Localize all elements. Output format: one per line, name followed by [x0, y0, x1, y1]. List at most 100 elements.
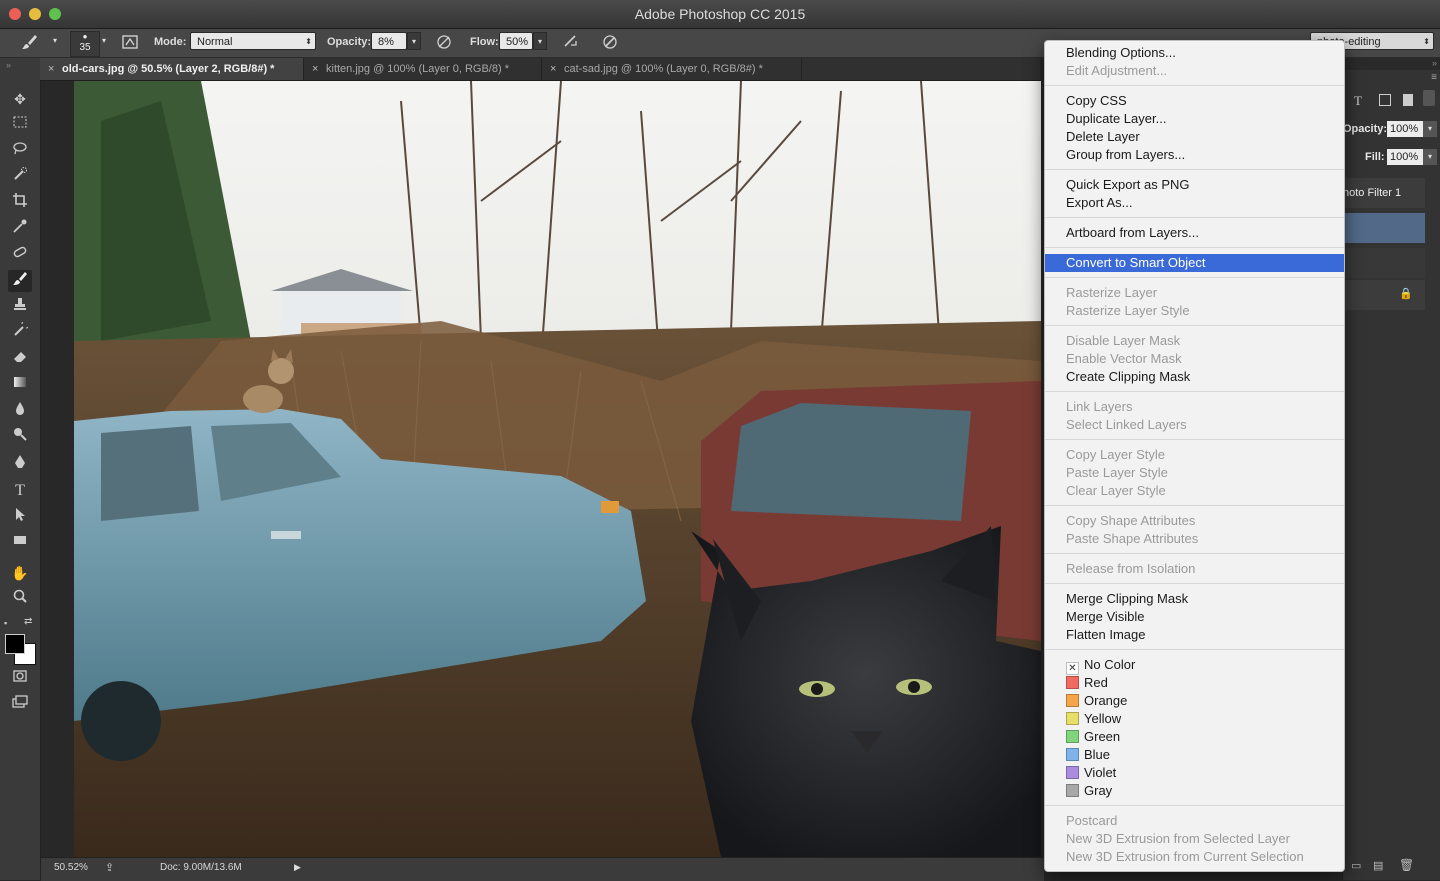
new-layer-icon[interactable]: ▤ — [1373, 859, 1383, 872]
type-tool-icon[interactable]: T — [8, 480, 32, 502]
menu-item-convert-to-smart-object[interactable]: Convert to Smart Object — [1045, 254, 1344, 272]
menu-item-gray[interactable]: Gray — [1045, 782, 1344, 800]
menu-item-label: Blending Options... — [1066, 45, 1176, 60]
pen-tool-icon[interactable] — [8, 454, 32, 476]
menu-item-label: Edit Adjustment... — [1066, 63, 1168, 78]
menu-item-merge-visible[interactable]: Merge Visible — [1045, 608, 1344, 626]
path-selection-tool-icon[interactable] — [8, 506, 32, 528]
history-brush-tool-icon[interactable] — [8, 319, 32, 344]
menu-item-artboard-from-layers[interactable]: Artboard from Layers... — [1045, 224, 1344, 242]
layer-fill-slider-button[interactable]: ▾ — [1423, 149, 1437, 165]
menu-item-merge-clipping-mask[interactable]: Merge Clipping Mask — [1045, 590, 1344, 608]
new-group-icon[interactable]: ▭ — [1351, 859, 1361, 872]
menu-item-create-clipping-mask[interactable]: Create Clipping Mask — [1045, 368, 1344, 386]
healing-brush-tool-icon[interactable] — [8, 244, 32, 266]
menu-item-red[interactable]: Red — [1045, 674, 1344, 692]
default-colors-icon[interactable]: ▪ — [4, 618, 7, 628]
menu-item-no-color[interactable]: ✕ No Color — [1045, 656, 1344, 675]
layer-opacity-label: Opacity: — [1343, 123, 1388, 135]
menu-item-blending-options[interactable]: Blending Options... — [1045, 44, 1344, 62]
flow-slider-button[interactable]: ▾ — [533, 32, 547, 50]
swap-colors-icon[interactable]: ⇄ — [24, 616, 32, 627]
quick-selection-tool-icon[interactable] — [8, 166, 32, 188]
menu-item-label: Green — [1084, 729, 1121, 744]
layer-row-selected[interactable] — [1343, 213, 1425, 243]
screen-mode-icon[interactable] — [8, 694, 32, 716]
menu-item-export-as[interactable]: Export As... — [1045, 194, 1344, 212]
eraser-tool-icon[interactable] — [8, 348, 32, 370]
marquee-tool-icon[interactable] — [8, 114, 32, 136]
dodge-tool-icon[interactable] — [8, 426, 32, 448]
eyedropper-tool-icon[interactable] — [8, 218, 32, 240]
opacity-slider-button[interactable]: ▾ — [407, 32, 421, 50]
window-title: Adobe Photoshop CC 2015 — [634, 6, 806, 22]
gray-swatch-icon — [1066, 784, 1079, 797]
tab-old-cars[interactable]: × old-cars.jpg @ 50.5% (Layer 2, RGB/8#)… — [40, 58, 304, 80]
share-icon[interactable]: ⇪ — [105, 861, 114, 874]
pressure-opacity-icon[interactable] — [434, 33, 454, 53]
menu-item-enable-vector-mask: Enable Vector Mask — [1045, 350, 1344, 368]
layer-row[interactable] — [1343, 248, 1425, 278]
canvas-area[interactable] — [41, 81, 1041, 857]
close-tab-icon[interactable]: × — [550, 58, 556, 80]
tool-preset-dropdown[interactable]: ▾ — [48, 32, 62, 50]
menu-item-delete-layer[interactable]: Delete Layer — [1045, 128, 1344, 146]
crop-tool-icon[interactable] — [8, 192, 32, 214]
document-canvas-image[interactable] — [41, 81, 1041, 857]
close-tab-icon[interactable]: × — [312, 58, 318, 80]
flow-input[interactable]: 50% — [499, 32, 533, 50]
pressure-size-icon[interactable] — [600, 33, 620, 53]
smart-object-filter-icon[interactable] — [1403, 94, 1413, 106]
zoom-level[interactable]: 50.52% — [54, 862, 88, 873]
zoom-tool-icon[interactable] — [8, 588, 32, 610]
menu-separator — [1045, 391, 1344, 392]
menu-item-copy-css[interactable]: Copy CSS — [1045, 92, 1344, 110]
rectangle-tool-icon[interactable] — [8, 532, 32, 554]
airbrush-icon[interactable] — [561, 33, 581, 53]
status-menu-arrow-icon[interactable]: ▶ — [294, 862, 301, 873]
layer-opacity-slider-button[interactable]: ▾ — [1423, 121, 1437, 137]
hand-tool-icon[interactable]: ✋ — [8, 562, 32, 584]
clone-stamp-tool-icon[interactable] — [8, 296, 32, 318]
menu-item-violet[interactable]: Violet — [1045, 764, 1344, 782]
collapse-panel-icon[interactable]: » — [6, 60, 11, 70]
layer-fill-input[interactable]: 100% — [1387, 149, 1423, 165]
menu-item-quick-export-as-png[interactable]: Quick Export as PNG — [1045, 176, 1344, 194]
layer-opacity-input[interactable]: 100% — [1387, 121, 1423, 137]
tab-label: old-cars.jpg @ 50.5% (Layer 2, RGB/8#) * — [62, 63, 275, 75]
panel-menu-icon[interactable]: ≡ — [1431, 72, 1437, 83]
close-tab-icon[interactable]: × — [48, 58, 54, 80]
opacity-input[interactable]: 8% — [371, 32, 407, 50]
tab-label: cat-sad.jpg @ 100% (Layer 0, RGB/8#) * — [564, 63, 763, 75]
menu-item-label: Release from Isolation — [1066, 561, 1196, 576]
brush-size-picker[interactable]: ● 35 — [70, 31, 100, 57]
delete-layer-icon[interactable]: 🗑 — [1399, 858, 1414, 872]
brush-tool-active-icon[interactable] — [8, 270, 32, 292]
menu-item-duplicate-layer[interactable]: Duplicate Layer... — [1045, 110, 1344, 128]
tab-cat-sad[interactable]: × cat-sad.jpg @ 100% (Layer 0, RGB/8#) * — [542, 58, 802, 80]
move-tool-icon[interactable]: ✥ — [8, 88, 32, 110]
brush-preset-dropdown[interactable]: ▾ — [97, 32, 111, 50]
menu-item-label: Red — [1084, 675, 1108, 690]
collapse-dock-icon[interactable]: » — [1432, 58, 1437, 68]
menu-item-group-from-layers[interactable]: Group from Layers... — [1045, 146, 1344, 164]
foreground-color-swatch[interactable] — [5, 634, 25, 654]
menu-item-blue[interactable]: Blue — [1045, 746, 1344, 764]
filter-toggle-icon[interactable] — [1423, 90, 1435, 106]
brush-panel-icon[interactable] — [120, 33, 140, 53]
layer-row-photo-filter[interactable]: hoto Filter 1 — [1343, 178, 1425, 208]
shape-filter-icon[interactable] — [1379, 94, 1391, 106]
tab-kitten[interactable]: × kitten.jpg @ 100% (Layer 0, RGB/8) * — [304, 58, 542, 80]
mode-select[interactable]: Normal ⬍ — [190, 32, 316, 50]
menu-item-orange[interactable]: Orange — [1045, 692, 1344, 710]
layer-row-background[interactable]: 🔒 — [1343, 280, 1425, 310]
type-filter-icon[interactable]: T — [1354, 93, 1362, 109]
gradient-tool-icon[interactable] — [8, 374, 32, 396]
menu-item-flatten-image[interactable]: Flatten Image — [1045, 626, 1344, 644]
brush-tool-icon[interactable] — [20, 33, 40, 53]
menu-item-green[interactable]: Green — [1045, 728, 1344, 746]
blur-tool-icon[interactable] — [8, 400, 32, 422]
menu-item-yellow[interactable]: Yellow — [1045, 710, 1344, 728]
lasso-tool-icon[interactable] — [8, 140, 32, 162]
quick-mask-icon[interactable] — [8, 668, 32, 690]
